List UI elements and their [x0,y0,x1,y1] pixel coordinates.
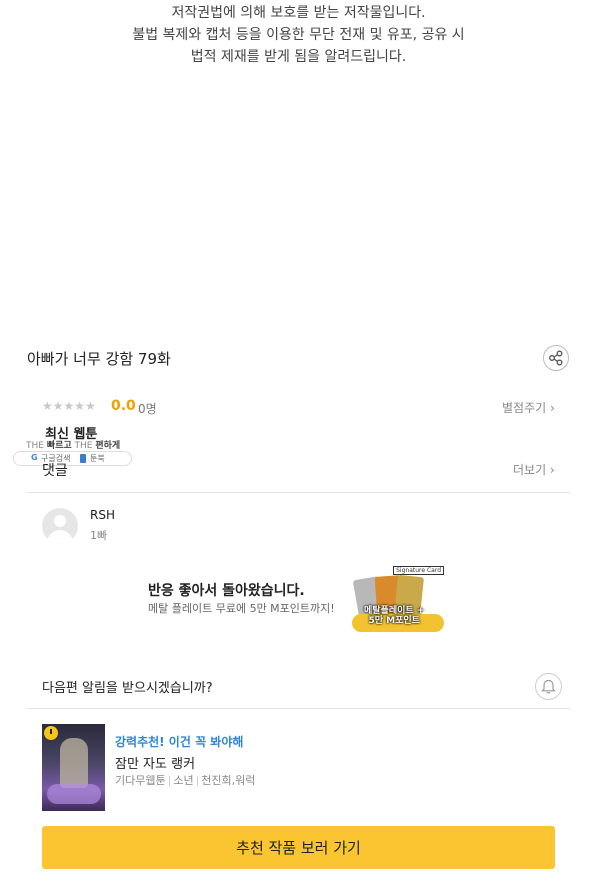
promo-search-box[interactable]: G 구글검색 툰북 [13,451,132,466]
ad-image-line-2: 5만 M포인트 [368,616,420,626]
recommendation-title[interactable]: 잠만 자도 랭커 [115,753,195,772]
share-icon [549,350,563,366]
episode-title: 아빠가 너무 강함 79화 [27,350,171,368]
comment-username: RSH [90,508,115,522]
ad-title[interactable]: 반응 좋아서 돌아왔습니다. [148,580,305,600]
copyright-line-1: 저작권법에 의해 보호를 받는 저작물입니다. [171,5,426,21]
meta-category: 기다무웹툰 [115,774,166,787]
copyright-line-2: 불법 복제와 캡처 등을 이용한 무단 전재 및 유포, 공유 시 [132,27,465,43]
ad-subtitle[interactable]: 메탈 플레이트 무료에 5만 M포인트까지! [148,600,335,616]
comments-heading: 댓글 [42,463,68,479]
copyright-line-3: 법적 제재를 받게 됨을 알려드립니다. [190,49,407,65]
ad-image-tag: Signature Card [393,566,444,575]
comments-more-link[interactable]: 더보기 › [513,461,555,478]
ad-image-line-1: 메탈플레이트 + [364,606,425,616]
promo-the-1: THE [26,441,44,451]
meta-genre: 소년 [173,774,194,787]
toonbook-label: 툰북 [90,454,105,463]
recommendation-tag: 강력추천! 이건 꼭 봐야해 [115,735,244,749]
promo-slogan: THE 빠르고 THE 편하게 [26,438,120,451]
rating-score: 0.0 [111,398,136,414]
avatar [42,508,78,544]
bell-icon [541,679,556,694]
promo-easy: 편하게 [95,441,121,451]
view-recommendations-button[interactable]: 추천 작품 보러 가기 [42,826,555,869]
google-icon: G [31,453,38,462]
ad-banner-image[interactable]: Signature Card 메탈플레이트 + 5만 M포인트 [352,566,444,634]
recommendation-thumbnail[interactable] [42,724,105,811]
toonbook-icon [80,454,86,463]
share-button[interactable] [543,345,569,371]
divider [27,708,570,709]
comment-text: 1빠 [90,529,108,542]
recommendation-meta: 기다무웹툰 | 소년 | 천진희,워럭 [115,774,256,787]
divider [27,492,570,493]
promo-the-2: THE [74,441,93,451]
meta-authors: 천진희,워럭 [201,774,256,787]
notification-toggle-button[interactable] [535,673,562,700]
rating-count: 0명 [138,402,157,416]
rating-stars[interactable]: ★★★★★ [42,399,96,413]
copyright-notice: 저작권법에 의해 보호를 받는 저작물입니다. 불법 복제와 캡처 등을 이용한… [0,2,597,68]
promo-fast: 빠르고 [46,441,72,451]
notification-question: 다음편 알림을 받으시겠습니까? [42,681,213,696]
clock-icon [44,726,58,740]
rate-button[interactable]: 별점주기 › [502,399,555,416]
ad-image-label: 메탈플레이트 + 5만 M포인트 [364,606,424,626]
